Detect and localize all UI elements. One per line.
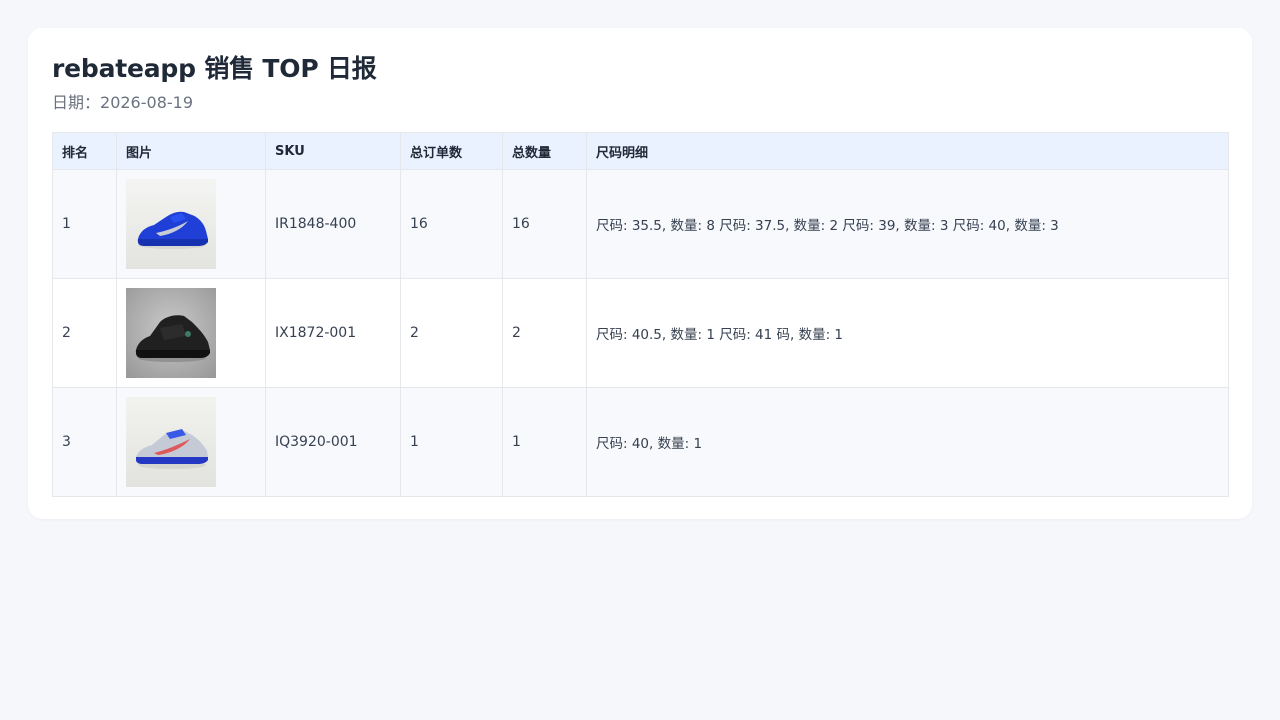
cell-image	[116, 169, 266, 279]
header-rank: 排名	[52, 132, 117, 170]
cell-image	[116, 278, 266, 388]
cell-sizes: 尺码: 40.5, 数量: 1 尺码: 41 码, 数量: 1	[586, 278, 1229, 388]
table-row: 3 IQ3920-001 1 1 尺码: 40, 数量: 1	[52, 387, 1229, 497]
report-date: 日期：2026-08-19	[52, 92, 1228, 114]
cell-orders: 2	[400, 278, 503, 388]
black-sneaker-thumbnail	[126, 288, 216, 378]
header-quantity: 总数量	[502, 132, 587, 170]
header-orders: 总订单数	[400, 132, 503, 170]
cell-sku: IR1848-400	[265, 169, 401, 279]
cell-sizes: 尺码: 35.5, 数量: 8 尺码: 37.5, 数量: 2 尺码: 39, …	[586, 169, 1229, 279]
header-sizes: 尺码明细	[586, 132, 1229, 170]
cell-quantity: 16	[502, 169, 587, 279]
header-sku: SKU	[265, 132, 401, 170]
cell-rank: 1	[52, 169, 117, 279]
sneaker-icon	[126, 288, 216, 378]
cell-orders: 1	[400, 387, 503, 497]
date-label: 日期：	[52, 93, 101, 112]
sneaker-icon	[126, 179, 216, 269]
table-header-row: 排名 图片 SKU 总订单数 总数量 尺码明细	[52, 132, 1229, 170]
sales-top-table: 排名 图片 SKU 总订单数 总数量 尺码明细 1 IR1848-400 16 …	[52, 132, 1229, 497]
cell-sizes: 尺码: 40, 数量: 1	[586, 387, 1229, 497]
cell-orders: 16	[400, 169, 503, 279]
sneaker-icon	[126, 397, 216, 487]
report-card: rebateapp 销售 TOP 日报 日期：2026-08-19 排名 图片 …	[28, 28, 1252, 519]
cell-quantity: 1	[502, 387, 587, 497]
white-blue-sneaker-thumbnail	[126, 397, 216, 487]
cell-rank: 3	[52, 387, 117, 497]
cell-sku: IQ3920-001	[265, 387, 401, 497]
table-row: 2 IX1872-001 2 2 尺码: 40.5, 数量: 1 尺码: 41 …	[52, 278, 1229, 388]
cell-image	[116, 387, 266, 497]
cell-quantity: 2	[502, 278, 587, 388]
cell-sku: IX1872-001	[265, 278, 401, 388]
cell-rank: 2	[52, 278, 117, 388]
report-title: rebateapp 销售 TOP 日报	[52, 54, 377, 83]
date-value: 2026-08-19	[100, 93, 193, 112]
table-row: 1 IR1848-400 16 16 尺码: 35.5, 数量: 8 尺码: 3…	[52, 169, 1229, 279]
blue-sneaker-thumbnail	[126, 179, 216, 269]
header-image: 图片	[116, 132, 266, 170]
